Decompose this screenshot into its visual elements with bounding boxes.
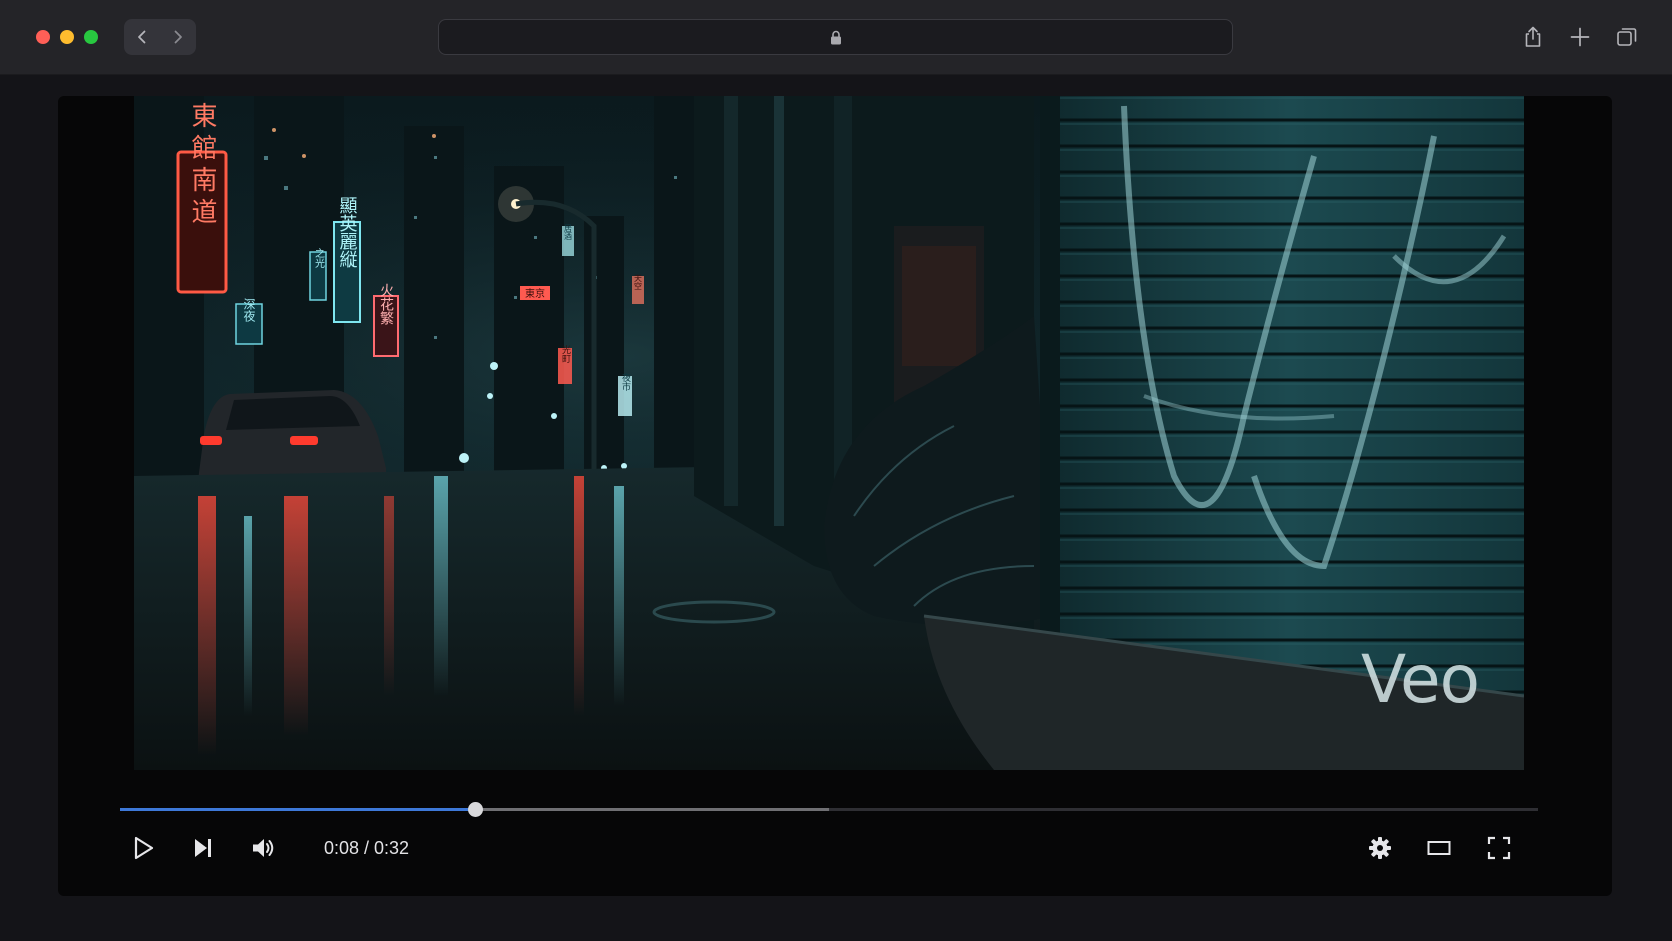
new-tab-button[interactable] <box>1565 22 1595 52</box>
next-button[interactable] <box>183 828 223 868</box>
tab-overview-icon <box>1617 28 1637 46</box>
lock-icon <box>830 30 841 44</box>
progress-played <box>120 808 475 811</box>
browser-window: 東館南道 顯英麗縦 火花繁 深夜 之光 東京 光町 夜市 居酒 天空 Veo 0… <box>0 0 1672 941</box>
minimize-window-button[interactable] <box>60 30 74 44</box>
neon-sign-6: 東京 <box>525 287 545 300</box>
neon-sign-1: 東館南道 <box>187 102 217 230</box>
close-window-button[interactable] <box>36 30 50 44</box>
progress-scrubber-handle[interactable] <box>467 802 483 817</box>
time-display: 0:08 / 0:32 <box>324 838 410 858</box>
veo-watermark: Veo <box>1360 641 1480 718</box>
play-icon <box>134 836 154 860</box>
video-frame[interactable]: 東館南道 顯英麗縦 火花繁 深夜 之光 東京 光町 夜市 居酒 天空 Veo <box>134 96 1524 770</box>
neon-sign-4: 深夜 <box>242 298 256 323</box>
neon-sign-8: 夜市 <box>620 372 631 392</box>
zoom-window-button[interactable] <box>84 30 98 44</box>
progress-bar[interactable] <box>120 802 1538 817</box>
theater-mode-button[interactable] <box>1419 828 1459 868</box>
volume-button[interactable] <box>243 828 283 868</box>
neon-sign-2: 顯英麗縦 <box>337 196 358 268</box>
settings-gear-icon <box>1369 837 1391 859</box>
neon-sign-10: 天空 <box>634 274 643 290</box>
settings-button[interactable] <box>1360 828 1400 868</box>
neon-sign-3: 火花繁 <box>378 283 394 325</box>
theater-mode-icon <box>1427 841 1451 855</box>
navigation-buttons <box>124 19 196 55</box>
browser-toolbar <box>0 0 1672 75</box>
address-bar[interactable] <box>438 19 1233 55</box>
neon-sign-7: 光町 <box>560 344 571 363</box>
play-button[interactable] <box>123 828 163 868</box>
new-tab-plus-icon <box>1570 27 1590 47</box>
next-icon <box>195 839 211 857</box>
neon-sign-9: 居酒 <box>564 224 573 241</box>
chevron-right-icon <box>174 30 182 44</box>
share-button[interactable] <box>1518 22 1548 52</box>
back-button[interactable] <box>124 19 160 55</box>
night-street-scene: 東館南道 顯英麗縦 火花繁 深夜 之光 東京 光町 夜市 居酒 天空 <box>134 96 1524 770</box>
video-player[interactable]: 東館南道 顯英麗縦 火花繁 深夜 之光 東京 光町 夜市 居酒 天空 Veo 0… <box>58 96 1612 896</box>
forward-button[interactable] <box>160 19 196 55</box>
neon-sign-5: 之光 <box>313 247 325 269</box>
volume-icon <box>253 839 274 857</box>
fullscreen-icon <box>1487 836 1511 860</box>
tab-overview-button[interactable] <box>1612 22 1642 52</box>
fullscreen-button[interactable] <box>1479 828 1519 868</box>
share-icon <box>1525 26 1541 47</box>
chevron-left-icon <box>138 30 146 44</box>
